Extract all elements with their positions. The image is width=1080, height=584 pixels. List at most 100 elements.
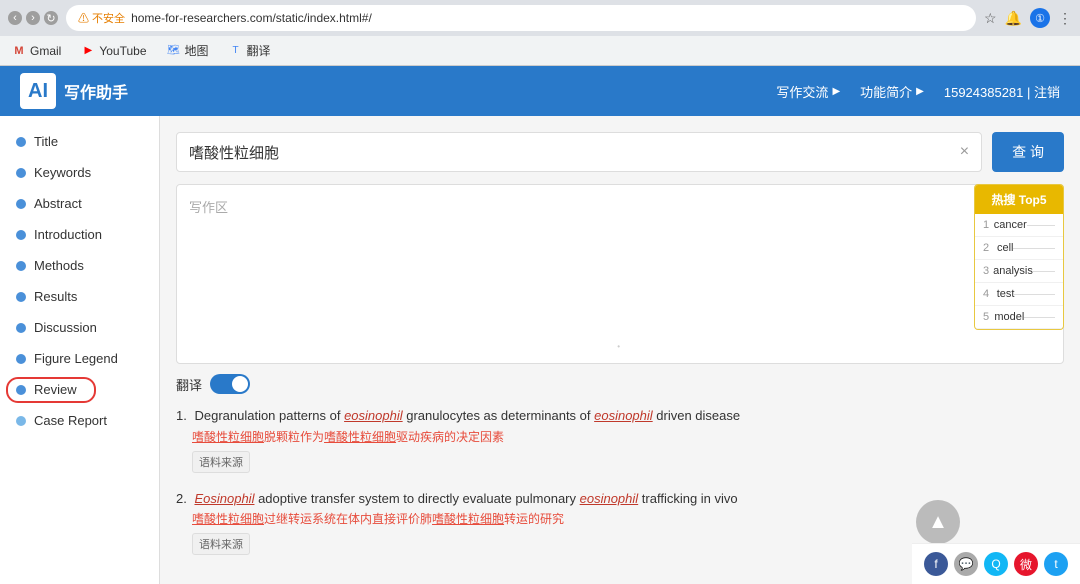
sidebar-label-figure-legend: Figure Legend [34, 351, 118, 366]
sidebar-item-review[interactable]: Review [0, 374, 159, 405]
hot-panel-text-4: test [997, 288, 1015, 300]
sidebar-item-abstract[interactable]: Abstract [0, 188, 159, 219]
writing-area[interactable]: 写作区 • [176, 184, 1064, 364]
browser-toolbar: ‹ › ↻ ⚠ 不安全 home-for-researchers.com/sta… [0, 0, 1080, 36]
search-input[interactable] [189, 144, 960, 161]
hot-panel-item-5[interactable]: 5 model [975, 306, 1063, 329]
browser-chrome: ‹ › ↻ ⚠ 不安全 home-for-researchers.com/sta… [0, 0, 1080, 66]
hot-panel-underline-4 [1014, 294, 1055, 295]
youtube-icon: ▶ [81, 44, 95, 58]
hot-panel: 热搜 Top5 1 cancer 2 cell 3 analysis 4 tes… [974, 184, 1064, 330]
scroll-up-button[interactable]: ▲ [916, 500, 960, 544]
hot-panel-underline-5 [1024, 317, 1055, 318]
profile-icon[interactable]: ① [1030, 8, 1050, 28]
nav-phone-logout-label: 15924385281 | 注销 [944, 82, 1060, 101]
source-badge-2[interactable]: 语料来源 [192, 533, 250, 555]
sidebar-dot-review [16, 385, 26, 395]
writing-area-placeholder: 写作区 [189, 200, 228, 215]
hot-panel-underline-2 [1013, 248, 1055, 249]
hot-panel-header: 热搜 Top5 [975, 185, 1063, 214]
qq-icon[interactable]: Q [984, 552, 1008, 576]
hot-panel-text-3: analysis [993, 265, 1033, 277]
sidebar-label-case-report: Case Report [34, 413, 107, 428]
gmail-icon: M [12, 44, 26, 58]
sidebar-dot-results [16, 292, 26, 302]
facebook-icon[interactable]: f [924, 552, 948, 576]
star-icon[interactable]: ☆ [984, 10, 997, 27]
browser-icons: ☆ 🔔 ① ⋮ [984, 8, 1072, 28]
bookmark-translate[interactable]: T 翻译 [225, 40, 275, 61]
sidebar-dot-keywords [16, 168, 26, 178]
sidebar-item-figure-legend[interactable]: Figure Legend [0, 343, 159, 374]
result-em-1a: eosinophil [344, 408, 403, 423]
result-text-content-1: Degranulation patterns of eosinophil gra… [194, 408, 740, 423]
result-number-2: 2. [176, 491, 187, 506]
forward-button[interactable]: › [26, 11, 40, 25]
hot-panel-item-3[interactable]: 3 analysis [975, 260, 1063, 283]
refresh-button[interactable]: ↻ [44, 11, 58, 25]
result-translation-1: 嗜酸性粒细胞脱颗粒作为嗜酸性粒细胞驱动疾病的决定因素 [192, 428, 1064, 447]
hot-panel-item-1[interactable]: 1 cancer [975, 214, 1063, 237]
translate-icon: T [229, 44, 243, 58]
sidebar-item-title[interactable]: Title [0, 126, 159, 157]
twitter-icon[interactable]: t [1044, 552, 1068, 576]
bell-icon[interactable]: 🔔 [1005, 10, 1022, 27]
address-bar[interactable]: ⚠ 不安全 home-for-researchers.com/static/in… [66, 5, 976, 31]
clear-button[interactable]: × [960, 143, 969, 161]
nav-writing-label: 写作交流 [776, 82, 828, 101]
weibo-icon[interactable]: 微 [1014, 552, 1038, 576]
hot-panel-item-2[interactable]: 2 cell [975, 237, 1063, 260]
result-em-2a: Eosinophil [194, 491, 254, 506]
bottom-social-bar: f 💬 Q 微 t [912, 543, 1080, 584]
search-button[interactable]: 查 询 [992, 132, 1064, 172]
sidebar-label-results: Results [34, 289, 77, 304]
sidebar-dot-methods [16, 261, 26, 271]
nav-writing-arrow: ▶ [832, 86, 840, 97]
sidebar-item-results[interactable]: Results [0, 281, 159, 312]
sidebar-dot-introduction [16, 230, 26, 240]
sidebar-item-methods[interactable]: Methods [0, 250, 159, 281]
content-area: × 查 询 写作区 • 翻译 1. Degranulation patterns… [160, 116, 1080, 584]
nav-writing[interactable]: 写作交流 ▶ [776, 82, 840, 101]
result-translation-em-1b: 嗜酸性粒细胞 [324, 430, 396, 444]
hot-panel-underline-1 [1027, 225, 1055, 226]
back-button[interactable]: ‹ [8, 11, 22, 25]
hot-panel-rank-3: 3 [983, 265, 989, 277]
result-number-1: 1. [176, 408, 187, 423]
bookmark-youtube-label: YouTube [99, 44, 146, 58]
chat-icon[interactable]: 💬 [954, 552, 978, 576]
bookmark-translate-label: 翻译 [247, 42, 271, 59]
hot-panel-rank-4: 4 [983, 288, 993, 300]
sidebar-label-keywords: Keywords [34, 165, 91, 180]
sidebar-item-introduction[interactable]: Introduction [0, 219, 159, 250]
sidebar-dot-case-report [16, 416, 26, 426]
hot-panel-item-4[interactable]: 4 test [975, 283, 1063, 306]
nav-features-arrow: ▶ [916, 86, 924, 97]
search-container: × 查 询 [176, 132, 1064, 172]
result-text-content-2: Eosinophil adoptive transfer system to d… [194, 491, 737, 506]
bookmark-gmail[interactable]: M Gmail [8, 42, 65, 60]
menu-icon[interactable]: ⋮ [1058, 10, 1072, 27]
search-input-wrapper: × [176, 132, 982, 172]
sidebar-item-discussion[interactable]: Discussion [0, 312, 159, 343]
translation-label: 翻译 [176, 375, 202, 394]
writing-area-dot: • [617, 342, 620, 351]
result-translation-text-1b: 驱动疾病的决定因素 [396, 430, 504, 444]
nav-features[interactable]: 功能简介 ▶ [860, 82, 924, 101]
sidebar-label-title: Title [34, 134, 58, 149]
translation-toggle[interactable] [210, 374, 250, 394]
nav-phone-logout[interactable]: 15924385281 | 注销 [944, 82, 1060, 101]
hot-panel-text-1: cancer [994, 219, 1027, 231]
hot-panel-rank-2: 2 [983, 242, 993, 254]
sidebar-item-keywords[interactable]: Keywords [0, 157, 159, 188]
result-em-1b: eosinophil [594, 408, 653, 423]
sidebar-item-case-report[interactable]: Case Report [0, 405, 159, 436]
source-badge-1[interactable]: 语料来源 [192, 451, 250, 473]
app-logo: AI 写作助手 [20, 73, 128, 109]
security-warning: ⚠ 不安全 [78, 10, 125, 26]
bookmark-youtube[interactable]: ▶ YouTube [77, 42, 150, 60]
bookmark-gmail-label: Gmail [30, 44, 61, 58]
bookmark-maps[interactable]: 🗺 地图 [163, 40, 213, 61]
result-translation-text-2b: 转运的研究 [504, 512, 564, 526]
logo-icon: AI [20, 73, 56, 109]
